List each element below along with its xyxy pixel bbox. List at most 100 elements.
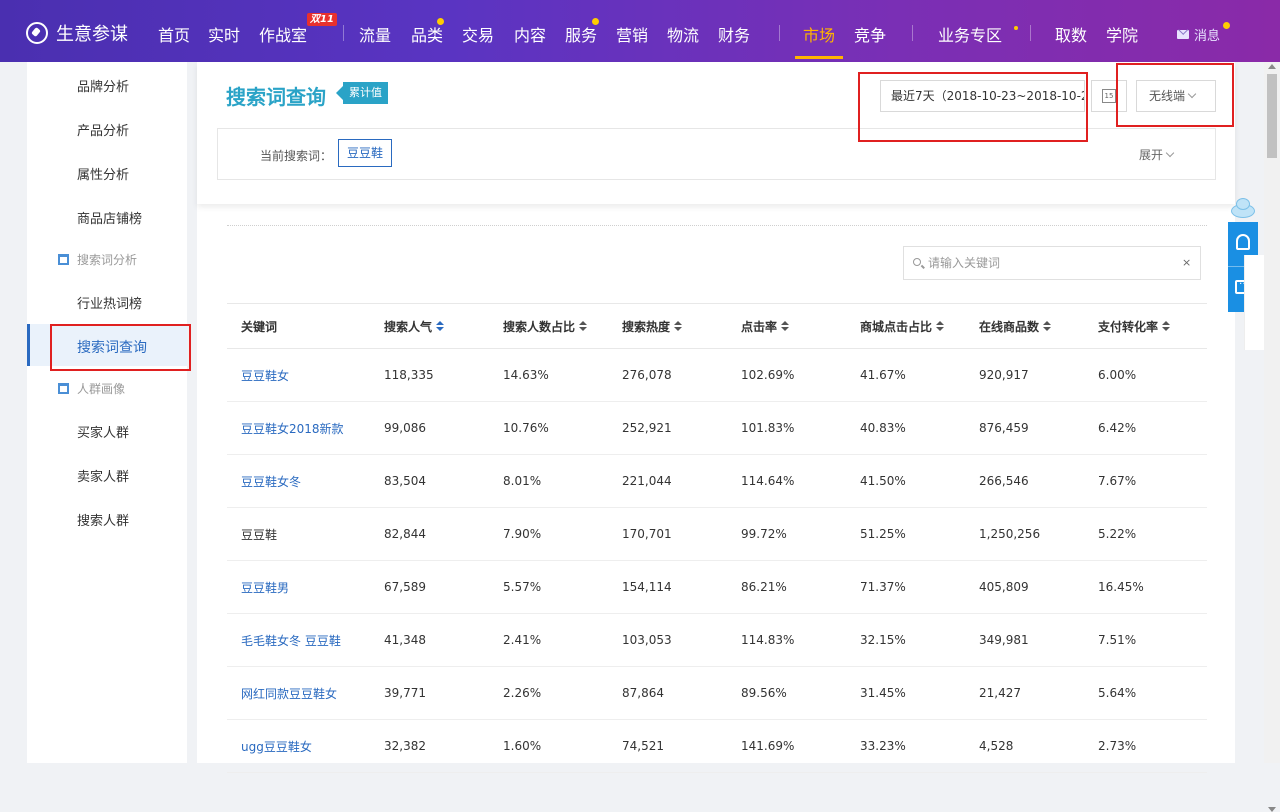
cell-ctr: 101.83% — [727, 401, 846, 455]
nav-home[interactable]: 首页 — [158, 22, 190, 46]
nav-active-indicator — [795, 56, 843, 59]
scroll-up-arrow[interactable] — [1268, 64, 1276, 69]
sort-icon[interactable] — [936, 320, 945, 332]
cell-online-items: 21,427 — [965, 666, 1084, 720]
cell-ctr: 114.64% — [727, 454, 846, 508]
nav-traffic[interactable]: 流量 — [359, 22, 391, 46]
keyword-link[interactable]: 网红同款豆豆鞋女 — [227, 666, 370, 720]
cell-conversion-rate: 16.45% — [1084, 560, 1207, 614]
nav-trade[interactable]: 交易 — [462, 22, 494, 46]
nav-war-room[interactable]: 作战室 — [259, 22, 307, 46]
messages-link[interactable]: 消息 — [1177, 25, 1220, 44]
table-row: 毛毛鞋女冬 豆豆鞋 41,348 2.41% 103,053 114.83% 3… — [227, 613, 1207, 667]
sidebar-item-search-crowd[interactable]: 搜索人群 — [77, 510, 129, 529]
nav-logistics[interactable]: 物流 — [667, 22, 699, 46]
cell-searcher-share: 7.90% — [489, 507, 608, 561]
col-header-label: 在线商品数 — [979, 319, 1040, 334]
col-header-label: 支付转化率 — [1098, 319, 1159, 334]
nav-marketing[interactable]: 营销 — [616, 22, 648, 46]
mascot-icon[interactable] — [1228, 196, 1258, 220]
col-header-search-popularity[interactable]: 搜索人气 — [370, 303, 489, 349]
cell-searcher-share: 8.01% — [489, 454, 608, 508]
table-row: 豆豆鞋女冬 83,504 8.01% 221,044 114.64% 41.50… — [227, 454, 1207, 508]
scroll-down-arrow[interactable] — [1268, 807, 1276, 812]
cell-online-items: 876,459 — [965, 401, 1084, 455]
cell-searcher-share: 2.26% — [489, 666, 608, 720]
current-keyword-chip[interactable]: 豆豆鞋 — [338, 139, 393, 167]
cell-searcher-share: 2.41% — [489, 613, 608, 667]
nav-market[interactable]: 市场 — [803, 22, 835, 46]
nav-academy[interactable]: 学院 — [1106, 22, 1138, 46]
nav-business-zone[interactable]: 业务专区 — [938, 22, 1002, 46]
cell-conversion-rate: 5.64% — [1084, 666, 1207, 720]
table-row: 豆豆鞋女 118,335 14.63% 276,078 102.69% 41.6… — [227, 348, 1207, 402]
bell-icon[interactable] — [1236, 234, 1250, 250]
cell-mall-click-share: 40.83% — [846, 401, 965, 455]
nav-competition[interactable]: 竞争 — [854, 22, 886, 46]
sidebar-item-hot-words[interactable]: 行业热词榜 — [77, 293, 142, 312]
sidebar-item-attribute-analysis[interactable]: 属性分析 — [77, 164, 129, 183]
col-header-ctr[interactable]: 点击率 — [727, 303, 846, 349]
expand-toggle[interactable]: 展开 — [1139, 146, 1175, 163]
scroll-thumb[interactable] — [1267, 74, 1277, 158]
nav-realtime[interactable]: 实时 — [208, 22, 240, 46]
keyword-link[interactable]: 豆豆鞋女冬 — [227, 454, 370, 508]
cell-search-popularity: 67,589 — [370, 560, 489, 614]
col-header-searcher-share[interactable]: 搜索人数占比 — [489, 303, 608, 349]
cell-conversion-rate: 6.00% — [1084, 348, 1207, 402]
sort-icon[interactable] — [436, 320, 445, 332]
nav-finance[interactable]: 财务 — [718, 22, 750, 46]
sort-icon[interactable] — [1162, 320, 1171, 332]
cell-conversion-rate: 7.51% — [1084, 613, 1207, 667]
messages-label: 消息 — [1194, 29, 1221, 44]
cell-search-heat: 87,864 — [608, 666, 727, 720]
sidebar-item-buyer-crowd[interactable]: 买家人群 — [77, 422, 129, 441]
sidebar-item-shop-ranking[interactable]: 商品店铺榜 — [77, 208, 142, 227]
brand-logo[interactable]: 生意参谋 — [26, 20, 128, 46]
cell-ctr: 141.69% — [727, 719, 846, 773]
notification-dot — [592, 18, 599, 25]
top-nav-bar: 生意参谋 首页 实时 作战室 双11 流量 品类 交易 内容 服务 营销 物流 … — [0, 0, 1280, 62]
nav-data-fetch[interactable]: 取数 — [1055, 22, 1087, 46]
col-header-conversion-rate[interactable]: 支付转化率 — [1084, 303, 1207, 349]
sidebar-item-seller-crowd[interactable]: 卖家人群 — [77, 466, 129, 485]
page-scrollbar[interactable] — [1264, 62, 1280, 812]
col-header-label: 关键词 — [241, 319, 278, 334]
keyword-link[interactable]: 豆豆鞋女 — [227, 348, 370, 402]
cell-search-popularity: 82,844 — [370, 507, 489, 561]
col-header-mall-click-share[interactable]: 商城点击占比 — [846, 303, 965, 349]
section-divider — [227, 225, 1207, 226]
sidebar-item-brand-analysis[interactable]: 品牌分析 — [77, 76, 129, 95]
current-keyword-label: 当前搜索词： — [260, 149, 333, 163]
highlight-box — [858, 72, 1088, 142]
sort-icon[interactable] — [1043, 320, 1052, 332]
keyword-link[interactable]: 豆豆鞋男 — [227, 560, 370, 614]
nav-service[interactable]: 服务 — [565, 22, 597, 46]
col-header-label: 商城点击占比 — [860, 319, 933, 334]
building-icon — [58, 254, 69, 265]
close-icon[interactable]: × — [1182, 256, 1191, 269]
building-icon — [58, 383, 69, 394]
sort-icon[interactable] — [781, 320, 790, 332]
nav-content[interactable]: 内容 — [514, 22, 546, 46]
brand-name: 生意参谋 — [56, 24, 128, 45]
sort-icon[interactable] — [579, 320, 588, 332]
cell-search-heat: 154,114 — [608, 560, 727, 614]
nav-category[interactable]: 品类 — [411, 22, 443, 46]
search-input[interactable] — [928, 253, 1168, 273]
mail-icon — [1177, 30, 1189, 39]
highlight-box — [1116, 63, 1234, 127]
col-header-search-heat[interactable]: 搜索热度 — [608, 303, 727, 349]
notification-dot — [437, 18, 444, 25]
keyword-link[interactable]: 豆豆鞋女2018新款 — [227, 401, 370, 455]
keyword-table: 关键词 搜索人气 搜索人数占比 搜索热度 点击率 商城点击占比 在线商品数 支付… — [227, 303, 1207, 773]
sidebar-item-product-analysis[interactable]: 产品分析 — [77, 120, 129, 139]
col-header-online-items[interactable]: 在线商品数 — [965, 303, 1084, 349]
expand-label: 展开 — [1139, 148, 1164, 162]
keyword-link[interactable]: ugg豆豆鞋女 — [227, 719, 370, 773]
keyword-link[interactable]: 毛毛鞋女冬 豆豆鞋 — [227, 613, 370, 667]
sort-icon[interactable] — [674, 320, 683, 332]
cell-online-items: 1,250,256 — [965, 507, 1084, 561]
cell-ctr: 86.21% — [727, 560, 846, 614]
sidebar-group-label: 搜索词分析 — [77, 253, 138, 267]
